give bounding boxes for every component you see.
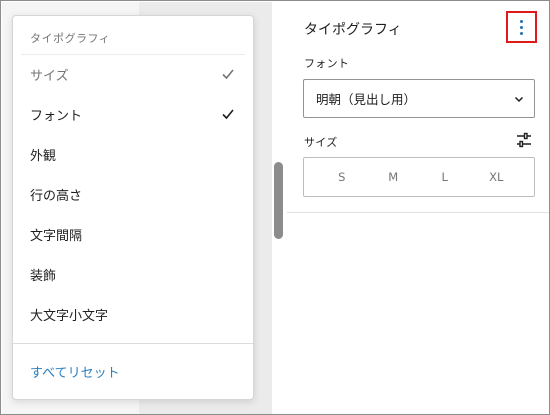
menu-heading-divider — [21, 54, 245, 55]
font-size-picker: S M L XL — [303, 157, 535, 197]
size-option-l[interactable]: L — [425, 170, 465, 184]
panel-divider — [287, 212, 549, 213]
menu-item-label: 装飾 — [30, 268, 57, 284]
menu-item-label: 外観 — [30, 148, 57, 164]
font-select[interactable]: 明朝（見出し用） — [303, 79, 535, 118]
typography-options-menu: タイポグラフィ サイズ フォント 外観 行の高さ 文字間隔 装飾 大文字小文字 — [12, 15, 254, 400]
menu-item-appearance[interactable]: 外観 — [13, 136, 253, 172]
menu-item-label: サイズ — [30, 68, 69, 84]
menu-item-letter-spacing[interactable]: 文字間隔 — [13, 216, 253, 252]
check-icon — [222, 69, 234, 80]
menu-divider — [13, 343, 253, 344]
menu-item-label: 文字間隔 — [30, 228, 83, 244]
menu-item-decoration[interactable]: 装飾 — [13, 256, 253, 292]
vertical-ellipsis-icon-dot — [520, 25, 523, 29]
menu-item-size[interactable]: サイズ — [13, 56, 253, 92]
menu-item-label: 行の高さ — [30, 188, 83, 204]
typography-panel: タイポグラフィ フォント 明朝（見出し用） サイズ S M L XL — [287, 2, 549, 414]
chevron-down-icon — [514, 96, 524, 102]
menu-item-label: 大文字小文字 — [30, 308, 109, 324]
menu-heading: タイポグラフィ — [30, 32, 111, 45]
scrollbar-thumb[interactable] — [274, 162, 283, 239]
size-option-xl[interactable]: XL — [476, 170, 516, 184]
sliders-icon[interactable] — [515, 131, 533, 149]
size-option-m[interactable]: M — [373, 170, 413, 184]
reset-all-button[interactable]: すべてリセット — [30, 362, 120, 381]
menu-item-line-height[interactable]: 行の高さ — [13, 176, 253, 212]
vertical-ellipsis-icon — [520, 19, 523, 23]
check-icon — [222, 109, 234, 120]
size-option-s[interactable]: S — [322, 170, 362, 184]
panel-title: タイポグラフィ — [304, 22, 402, 38]
app-frame: タイポグラフィ サイズ フォント 外観 行の高さ 文字間隔 装飾 大文字小文字 — [0, 0, 550, 415]
vertical-ellipsis-icon-dot — [520, 31, 523, 35]
font-select-value: 明朝（見出し用） — [316, 92, 417, 107]
typography-options-button[interactable] — [506, 11, 537, 43]
menu-item-label: フォント — [30, 108, 83, 124]
menu-item-letter-case[interactable]: 大文字小文字 — [13, 296, 253, 332]
size-label: サイズ — [304, 136, 338, 149]
menu-item-font[interactable]: フォント — [13, 96, 253, 132]
font-label: フォント — [304, 57, 350, 70]
